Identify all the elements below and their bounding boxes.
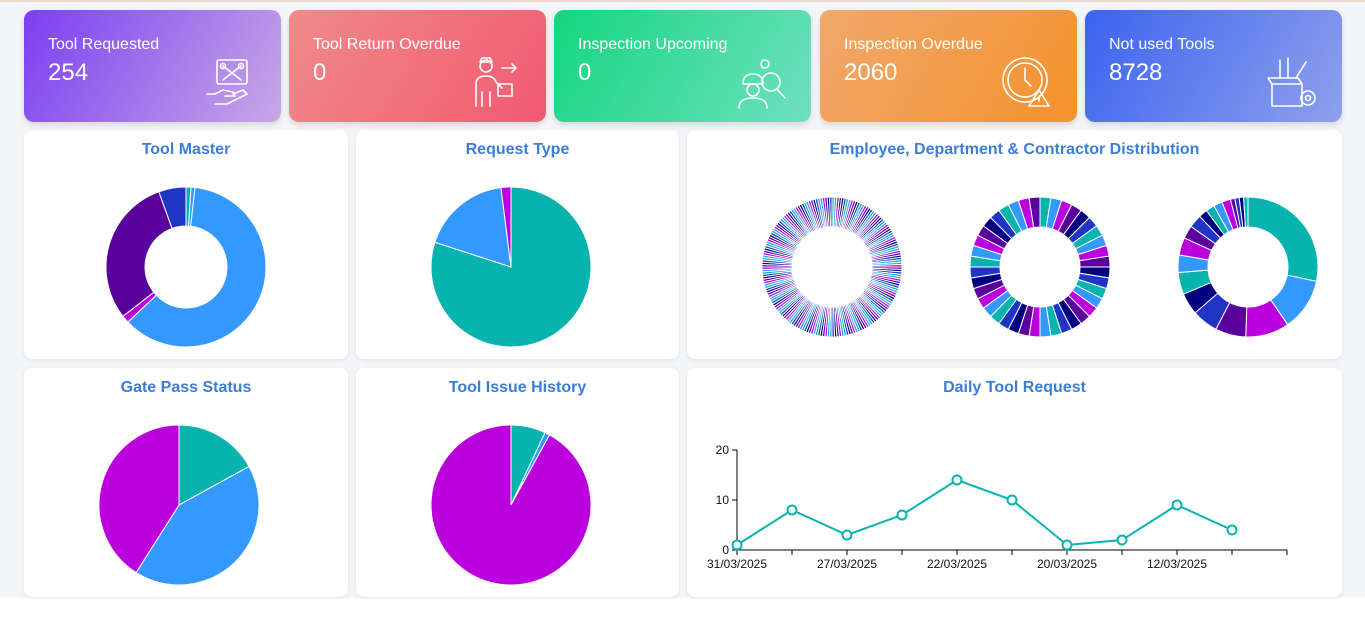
x-tick-label: 27/03/2025	[817, 557, 877, 571]
x-tick-label: 12/03/2025	[1147, 557, 1207, 571]
stat-card-inspection-upcoming[interactable]: Inspection Upcoming 0	[554, 10, 811, 122]
stat-card-not-used-tools[interactable]: Not used Tools 8728	[1085, 10, 1342, 122]
data-point	[1116, 534, 1128, 546]
panel-request-type: Request Type	[356, 130, 679, 359]
inspector-icon	[738, 59, 786, 109]
distribution-donut-charts[interactable]	[687, 130, 1342, 359]
daily-request-line	[736, 478, 1233, 547]
stat-title: Inspection Upcoming	[578, 36, 728, 53]
stat-card-tool-requested[interactable]: Tool Requested 254	[24, 10, 281, 122]
delivery-person-icon	[475, 57, 517, 107]
data-point	[1171, 499, 1183, 511]
stat-card-tool-return-overdue[interactable]: Tool Return Overdue 0	[289, 10, 546, 122]
data-point	[951, 474, 963, 486]
contractor-distribution-slice	[1247, 196, 1319, 282]
data-point	[1006, 494, 1018, 506]
panel-daily-request: Daily Tool Request 0 10 20 31/03/2025 27/03/…	[687, 368, 1342, 597]
stat-title: Inspection Overdue	[844, 36, 983, 53]
tool-request-icon	[206, 59, 248, 105]
stat-title: Tool Return Overdue	[313, 36, 461, 53]
daily-request-line-chart[interactable]: 0 10 20 31/03/2025 27/03/2025 22/03/2025 20/03…	[687, 368, 1342, 597]
stat-title: Tool Requested	[48, 36, 160, 53]
issue-history-slice	[430, 424, 592, 586]
data-point	[1226, 524, 1238, 536]
issue-history-pie-chart[interactable]	[356, 368, 679, 597]
tool-master-slice	[105, 191, 173, 318]
y-tick-label: 20	[716, 443, 730, 457]
stat-card-inspection-overdue[interactable]: Inspection Overdue 2060	[820, 10, 1077, 122]
panel-issue-history: Tool Issue History	[356, 368, 679, 597]
clock-warning-icon	[1002, 57, 1050, 107]
stat-title: Not used Tools	[1109, 36, 1215, 53]
panel-tool-master: Tool Master	[24, 130, 348, 359]
x-tick-label: 20/03/2025	[1037, 557, 1097, 571]
x-tick-label: 31/03/2025	[707, 557, 767, 571]
data-point	[731, 539, 743, 551]
y-tick-label: 0	[722, 543, 729, 557]
x-tick-label: 22/03/2025	[927, 557, 987, 571]
data-point	[1061, 539, 1073, 551]
tool-master-donut-chart[interactable]	[24, 130, 348, 359]
toolbox-icon	[1267, 57, 1316, 107]
y-tick-label: 10	[716, 493, 730, 507]
data-point	[841, 529, 853, 541]
data-point	[786, 504, 798, 516]
gate-pass-pie-chart[interactable]	[24, 368, 348, 597]
panel-gate-pass: Gate Pass Status	[24, 368, 348, 597]
data-point	[896, 509, 908, 521]
panel-distribution: Employee, Department & Contractor Distri…	[687, 130, 1342, 359]
request-type-pie-chart[interactable]	[356, 130, 679, 359]
